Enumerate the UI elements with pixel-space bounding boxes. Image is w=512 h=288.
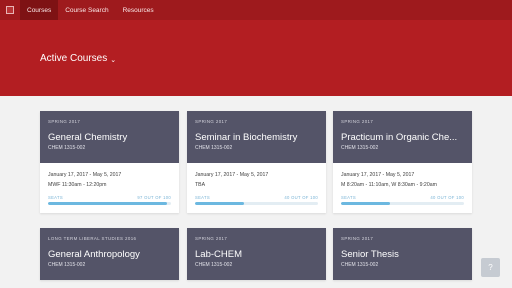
seats-row: SEATS 40 OUT OF 100 [341,195,464,200]
course-card-body: January 17, 2017 - May 5, 2017 TBA SEATS… [187,163,326,213]
course-times: MWF 11:30am - 12:20pm [48,182,107,188]
course-dates: January 17, 2017 - May 5, 2017 [195,172,269,178]
course-times: M 8:20am - 11:10am, W 8:30am - 9:20am [341,182,437,188]
course-card[interactable]: SPRING 2017 Practicum in Organic Che... … [333,111,472,213]
chevron-down-icon: ⌄ [110,56,117,64]
seats-label: SEATS [195,195,210,200]
seats-label: SEATS [48,195,63,200]
course-card-header: SPRING 2017 Seminar in Biochemistry CHEM… [187,111,326,163]
course-name[interactable]: Seminar in Biochemistry [195,132,318,143]
course-code: CHEM 1315-002 [48,262,86,268]
course-term: SPRING 2017 [48,119,81,124]
course-card-header: SPRING 2017 General Chemistry CHEM 1315-… [40,111,179,163]
seats-progress-bar [48,202,171,205]
course-card-header: SPRING 2017 Practicum in Organic Che... … [333,111,472,163]
course-card[interactable]: SPRING 2017 General Chemistry CHEM 1315-… [40,111,179,213]
course-code: CHEM 1315-002 [48,145,86,151]
course-term: SPRING 2017 [341,119,374,124]
course-card[interactable]: SPRING 2017 Senior Thesis CHEM 1315-002 [333,228,472,280]
nav-courses[interactable]: Courses [20,0,59,20]
page-title: Active Courses [40,53,108,64]
top-nav-bar: Courses Course Search Resources [0,0,512,20]
page-header-banner: Active Courses ⌄ [0,20,512,96]
course-name[interactable]: Practicum in Organic Che... [341,132,464,143]
seats-progress-bar [195,202,318,205]
seats-progress-bar [341,202,464,205]
course-name[interactable]: Senior Thesis [341,249,464,260]
course-term: SPRING 2017 [195,236,228,241]
seats-progress-fill [341,202,391,205]
seats-row: SEATS 97 OUT OF 100 [48,195,171,200]
course-name[interactable]: General Anthropology [48,249,171,260]
course-dates: January 17, 2017 - May 5, 2017 [48,172,122,178]
seats-row: SEATS 40 OUT OF 100 [195,195,318,200]
course-times: TBA [195,182,206,188]
seats-progress-fill [195,202,245,205]
seats-count: 40 OUT OF 100 [284,195,318,200]
course-code: CHEM 1315-002 [195,145,233,151]
seats-label: SEATS [341,195,356,200]
course-card-body: January 17, 2017 - May 5, 2017 M 8:20am … [333,163,472,213]
nav-resources[interactable]: Resources [116,0,161,20]
course-card[interactable]: SPRING 2017 Lab-CHEM CHEM 1315-002 [187,228,326,280]
course-term: SPRING 2017 [341,236,374,241]
seats-count: 97 OUT OF 100 [137,195,171,200]
course-card-body: January 17, 2017 - May 5, 2017 MWF 11:30… [40,163,179,213]
course-card-header: SPRING 2017 Lab-CHEM CHEM 1315-002 [187,228,326,280]
course-name[interactable]: General Chemistry [48,132,171,143]
help-button[interactable]: ? [481,258,500,277]
logo-image-icon[interactable] [0,0,20,20]
seats-count: 40 OUT OF 100 [430,195,464,200]
course-card-header: SPRING 2017 Senior Thesis CHEM 1315-002 [333,228,472,280]
nav-course-search[interactable]: Course Search [58,0,115,20]
course-card[interactable]: SPRING 2017 Seminar in Biochemistry CHEM… [187,111,326,213]
course-code: CHEM 1315-002 [341,145,379,151]
course-card[interactable]: LONG TERM LIBERAL STUDIES 2016 General A… [40,228,179,280]
active-courses-dropdown[interactable]: Active Courses ⌄ [40,53,116,64]
course-term: SPRING 2017 [195,119,228,124]
broken-image-icon [6,6,14,14]
course-name[interactable]: Lab-CHEM [195,249,318,260]
seats-progress-fill [48,202,168,205]
course-code: CHEM 1315-002 [195,262,233,268]
course-dates: January 17, 2017 - May 5, 2017 [341,172,415,178]
course-term: LONG TERM LIBERAL STUDIES 2016 [48,236,137,241]
course-card-header: LONG TERM LIBERAL STUDIES 2016 General A… [40,228,179,280]
course-code: CHEM 1315-002 [341,262,379,268]
